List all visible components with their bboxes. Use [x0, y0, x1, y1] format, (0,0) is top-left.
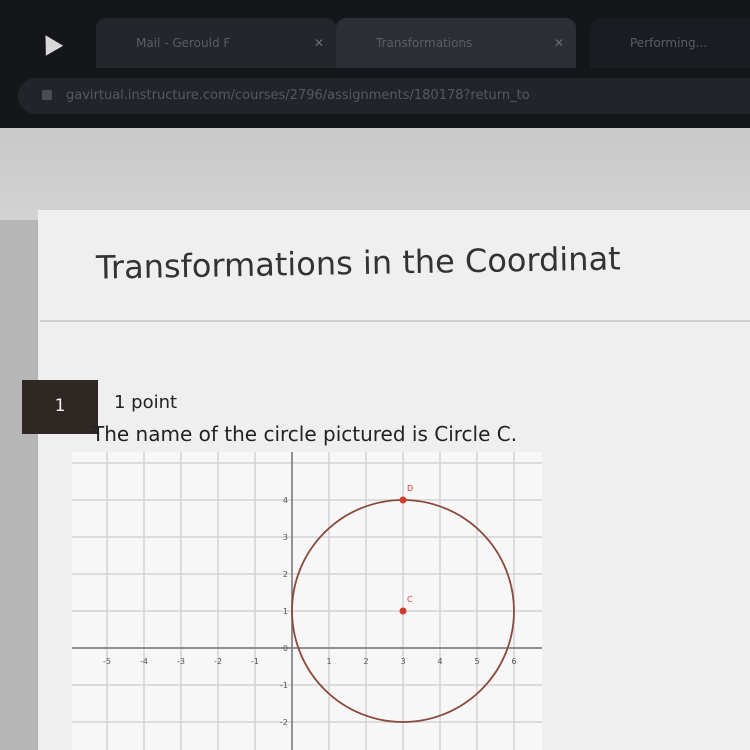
point-label: D	[407, 484, 413, 493]
y-tick-label: -1	[280, 681, 288, 690]
tab-performing-label: Performing...	[630, 36, 708, 50]
x-tick-label: 6	[511, 657, 516, 666]
tab-performing[interactable]: Performing...	[590, 18, 750, 68]
tab-transformations-label: Transformations	[376, 36, 473, 50]
x-tick-label: 2	[363, 657, 368, 666]
close-icon[interactable]: ✕	[554, 18, 564, 68]
x-tick-label: 4	[437, 657, 442, 666]
coordinate-plane: -5 -4 -3 -2 -1 1 2 3 4 5 6 4 3 2 1 0 -1 -2 D C	[72, 452, 542, 750]
left-sidebar	[0, 220, 38, 750]
point-label: C	[407, 595, 413, 604]
question-points: 1 point	[114, 392, 178, 413]
tab-mail-label: Mail - Gerould F	[136, 36, 231, 50]
point-c	[399, 607, 407, 615]
y-tick-label: 1	[283, 607, 288, 616]
lock-icon	[42, 90, 52, 100]
url-text: gavirtual.instructure.com/courses/2796/a…	[66, 88, 530, 103]
x-tick-label: -3	[177, 657, 185, 666]
question-number-badge: 1	[22, 380, 98, 434]
x-tick-label: -5	[103, 657, 111, 666]
tab-transformations[interactable]: Transformations ✕	[336, 18, 576, 68]
coordinate-graph: -5 -4 -3 -2 -1 1 2 3 4 5 6 4 3 2 1 0 -1 -2 D C	[72, 452, 542, 750]
question-number: 1	[54, 396, 66, 416]
y-tick-label: 3	[283, 533, 288, 542]
x-tick-label: -1	[251, 657, 259, 666]
y-tick-label: 0	[283, 644, 288, 653]
x-tick-label: 3	[400, 657, 405, 666]
divider	[40, 320, 750, 322]
y-tick-label: 4	[283, 496, 288, 505]
close-icon[interactable]: ✕	[314, 18, 324, 68]
browser-chrome: Mail - Gerould F ✕ Transformations ✕ Per…	[0, 0, 750, 128]
tab-mail[interactable]: Mail - Gerould F ✕	[96, 18, 336, 68]
x-tick-label: -4	[140, 657, 148, 666]
point-d	[399, 496, 407, 504]
y-tick-label: 2	[283, 570, 288, 579]
x-tick-label: 1	[326, 657, 331, 666]
y-tick-label: -2	[280, 718, 288, 727]
x-tick-label: -2	[214, 657, 222, 666]
tab-strip: Mail - Gerould F ✕ Transformations ✕ Per…	[0, 0, 750, 72]
address-bar[interactable]: gavirtual.instructure.com/courses/2796/a…	[18, 78, 750, 114]
question-prompt: The name of the circle pictured is Circl…	[92, 422, 518, 446]
x-tick-label: 5	[474, 657, 479, 666]
